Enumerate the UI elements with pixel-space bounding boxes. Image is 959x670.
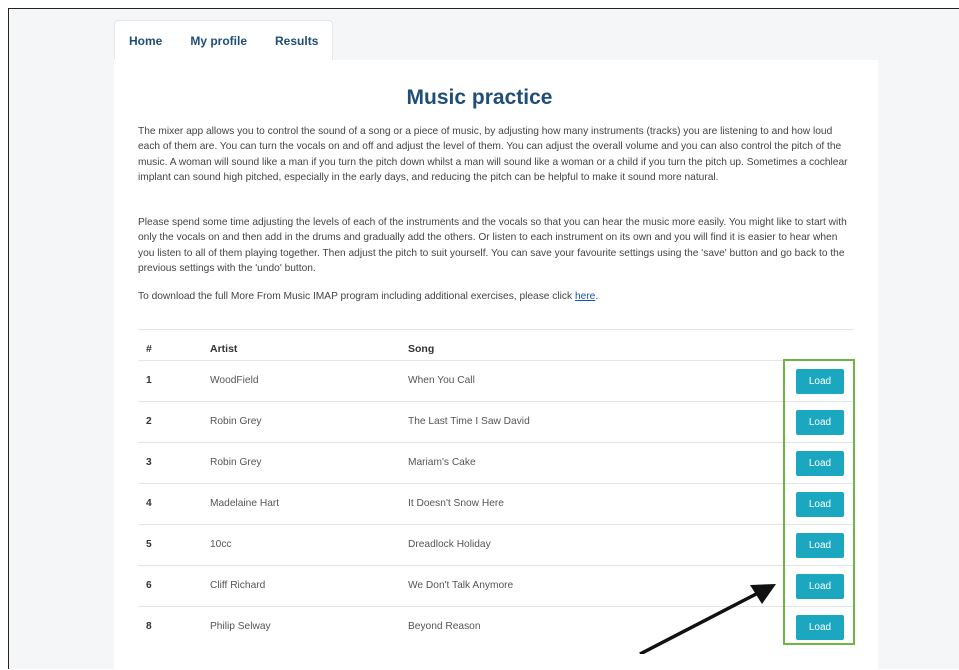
pointer-arrow-icon — [639, 584, 776, 654]
